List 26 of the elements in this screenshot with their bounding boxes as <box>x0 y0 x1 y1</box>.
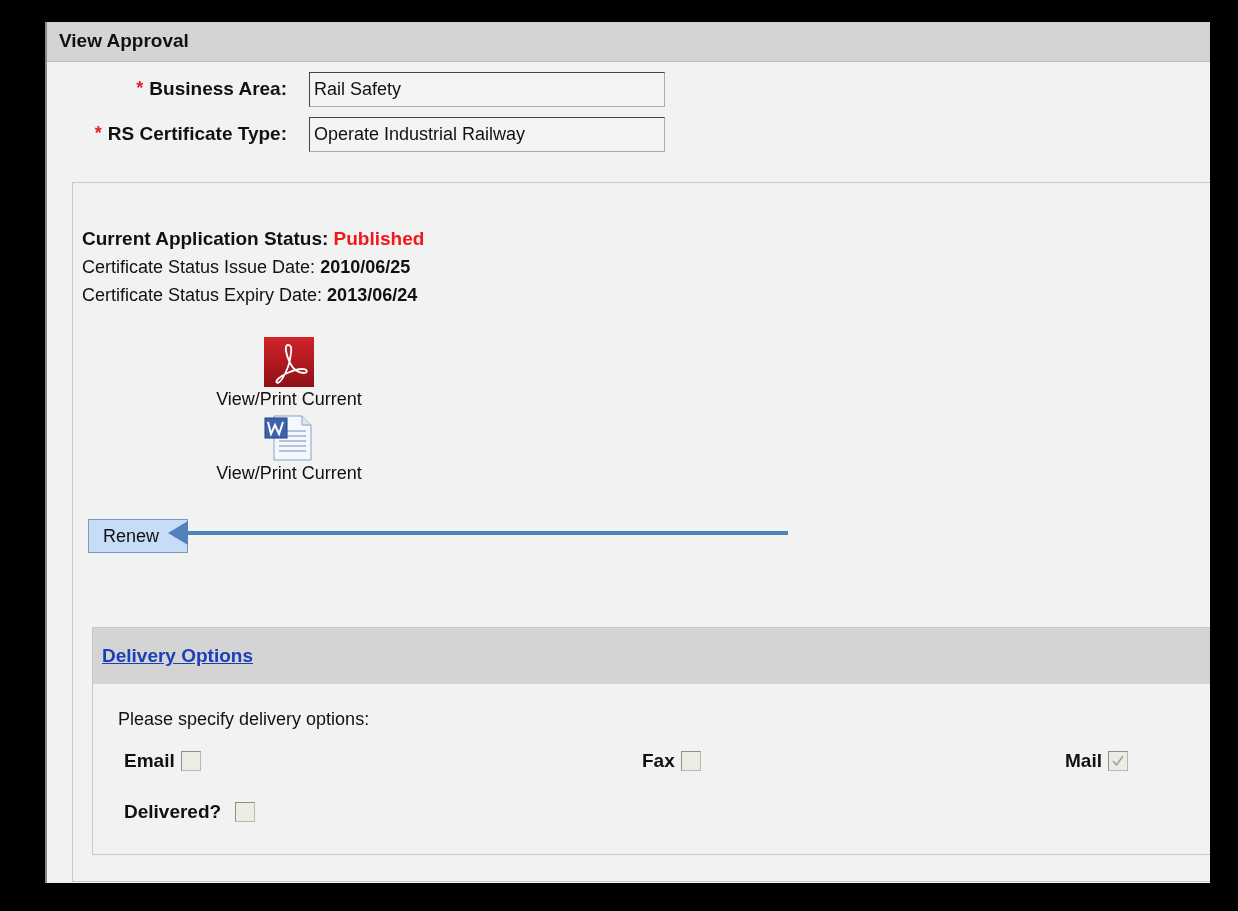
option-label: Delivered? <box>124 799 222 824</box>
view-print-link[interactable]: View/Print Current <box>216 461 362 485</box>
checkbox[interactable] <box>1107 751 1128 772</box>
view-print-link[interactable]: View/Print Current <box>216 387 362 411</box>
option-label: Fax <box>642 749 675 773</box>
option-label: Mail <box>1065 749 1102 773</box>
field-label: Business Area: <box>149 77 287 102</box>
required-mark: * <box>136 77 144 101</box>
delivery-prompt: Please specify delivery options: <box>118 708 371 731</box>
document-icon[interactable] <box>264 415 314 461</box>
delivery-options-link[interactable]: Delivery Options <box>102 641 253 671</box>
checkmark-icon <box>1110 754 1125 769</box>
issue-date: Certificate Status Issue Date: 2010/06/25 <box>82 256 412 279</box>
pdf-icon[interactable] <box>264 337 314 387</box>
field-label: RS Certificate Type: <box>107 122 287 147</box>
checkbox[interactable] <box>180 751 201 772</box>
application-status: Current Application Status: Published <box>82 227 426 251</box>
text-field[interactable]: Operate Industrial Railway <box>309 117 665 152</box>
required-mark: * <box>94 122 102 146</box>
option-label: Email <box>124 749 175 773</box>
page-title: View Approval <box>59 29 189 54</box>
checkbox[interactable] <box>680 751 701 772</box>
text-field[interactable]: Rail Safety <box>309 72 665 107</box>
renew-button[interactable]: Renew <box>88 519 188 553</box>
checkbox[interactable] <box>235 801 256 822</box>
expiry-date: Certificate Status Expiry Date: 2013/06/24 <box>82 284 419 307</box>
